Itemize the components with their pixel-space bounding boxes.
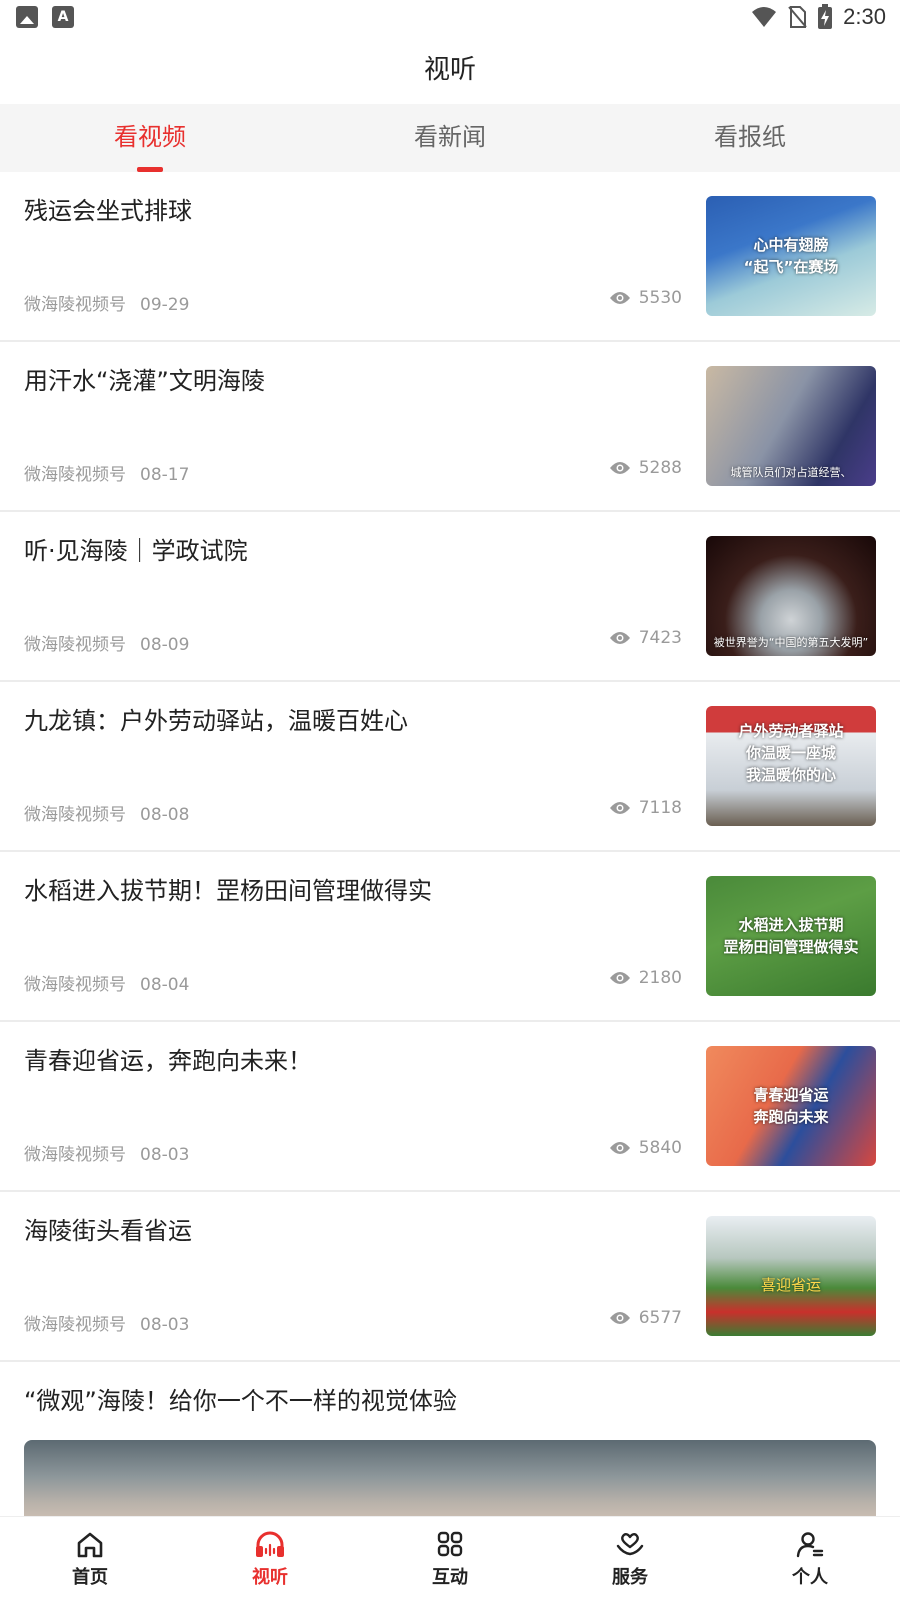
item-title: 用汗水“浇灌”文明海陵	[24, 367, 265, 395]
video-thumbnail[interactable]: 青春迎省运 奔跑向未来	[706, 1046, 876, 1166]
item-views: 5288	[638, 458, 682, 478]
item-source: 微海陵视频号	[24, 635, 126, 655]
thumbnail-caption: 城管队员们对占道经营、 机动车乱停放等现象进行整治	[730, 466, 852, 479]
item-source: 微海陵视频号	[24, 295, 126, 315]
page-title: 视听	[423, 55, 476, 85]
grid-icon	[437, 1531, 463, 1557]
eye-icon	[609, 802, 630, 814]
thumbnail-caption: 户外劳动者驿站 你温暖一座城 我温暖你的心	[738, 722, 844, 784]
font-icon: A	[52, 6, 74, 28]
heart-hand-icon	[616, 1533, 644, 1556]
video-thumbnail[interactable]: 水稻进入拔节期 罡杨田间管理做得实	[706, 876, 876, 996]
nav-audiovisual[interactable]: 视听	[180, 1517, 360, 1600]
eye-icon	[609, 1312, 630, 1324]
eye-icon	[609, 292, 630, 304]
status-bar: A 2:30	[0, 0, 900, 36]
image-icon	[16, 6, 38, 28]
nav-services[interactable]: 服务	[540, 1517, 720, 1600]
list-item[interactable]: 残运会坐式排球 微海陵视频号 09-29 5530 心中有翅膀 “起飞”在赛场	[0, 172, 900, 342]
nav-home[interactable]: 首页	[0, 1517, 180, 1600]
nav-label: 首页	[72, 1567, 108, 1588]
list-item[interactable]: 海陵街头看省运 微海陵视频号 08-03 6577 喜迎省运	[0, 1192, 900, 1362]
tab-bar: 看视频 看新闻 看报纸	[0, 104, 900, 172]
featured-title: “微观”海陵！给你一个不一样的视觉体验	[24, 1387, 457, 1415]
battery-charging-icon	[818, 4, 833, 29]
thumbnail-caption: 喜迎省运	[760, 1276, 821, 1294]
nav-label: 视听	[252, 1567, 288, 1588]
item-views: 5840	[638, 1138, 682, 1158]
video-thumbnail[interactable]: 户外劳动者驿站 你温暖一座城 我温暖你的心	[706, 706, 876, 826]
item-views: 7118	[638, 798, 682, 818]
item-source: 微海陵视频号	[24, 1145, 126, 1165]
item-date: 08-09	[140, 635, 190, 655]
item-source: 微海陵视频号	[24, 465, 126, 485]
list-item[interactable]: 用汗水“浇灌”文明海陵 微海陵视频号 08-17 5288 城管队员们对占道经营、…	[0, 342, 900, 512]
item-views: 7423	[638, 628, 682, 648]
nav-profile[interactable]: 个人	[720, 1517, 900, 1600]
title-bar: 视听	[0, 36, 900, 104]
video-thumbnail[interactable]: 被世界誉为“中国的第五大发明”	[706, 536, 876, 656]
item-views: 5530	[638, 288, 682, 308]
item-source: 微海陵视频号	[24, 1315, 126, 1335]
eye-icon	[609, 972, 630, 984]
tab-label: 看新闻	[414, 123, 486, 151]
nav-label: 互动	[432, 1567, 468, 1588]
nav-label: 个人	[792, 1567, 828, 1588]
tab-label: 看报纸	[714, 123, 786, 151]
list-item[interactable]: 青春迎省运，奔跑向未来！ 微海陵视频号 08-03 5840 青春迎省运 奔跑向未…	[0, 1022, 900, 1192]
thumbnail-caption: 心中有翅膀 “起飞”在赛场	[743, 236, 839, 276]
item-date: 08-17	[140, 465, 190, 485]
headphones-icon	[256, 1531, 284, 1557]
video-thumbnail[interactable]: 心中有翅膀 “起飞”在赛场	[706, 196, 876, 316]
eye-icon	[609, 1142, 630, 1154]
item-source: 微海陵视频号	[24, 805, 126, 825]
item-views: 6577	[638, 1308, 682, 1328]
item-date: 08-04	[140, 975, 190, 995]
eye-icon	[609, 462, 630, 474]
item-title: 听·见海陵｜学政试院	[24, 537, 248, 565]
featured-video[interactable]: “微观”海陵！给你一个不一样的视觉体验	[0, 1362, 900, 1530]
item-source: 微海陵视频号	[24, 975, 126, 995]
tab-videos[interactable]: 看视频	[0, 104, 300, 172]
nav-label: 服务	[612, 1567, 648, 1588]
video-thumbnail[interactable]: 城管队员们对占道经营、 机动车乱停放等现象进行整治	[706, 366, 876, 486]
user-icon	[796, 1532, 824, 1558]
bottom-nav: 首页 视听 互动 服务 个人	[0, 1516, 900, 1600]
item-views: 2180	[638, 968, 682, 988]
item-date: 09-29	[140, 295, 190, 315]
thumbnail-caption: 青春迎省运 奔跑向未来	[753, 1086, 829, 1126]
list-item[interactable]: 水稻进入拔节期！罡杨田间管理做得实 微海陵视频号 08-04 2180 水稻进入拔…	[0, 852, 900, 1022]
video-thumbnail[interactable]: 喜迎省运	[706, 1216, 876, 1336]
video-list: 残运会坐式排球 微海陵视频号 09-29 5530 心中有翅膀 “起飞”在赛场 用…	[0, 172, 900, 1530]
no-sim-icon	[788, 6, 807, 28]
item-title: 青春迎省运，奔跑向未来！	[24, 1047, 312, 1075]
wifi-icon	[752, 7, 777, 27]
item-title: 残运会坐式排球	[24, 197, 192, 225]
list-item[interactable]: 九龙镇：户外劳动驿站，温暖百姓心 微海陵视频号 08-08 7118 户外劳动者驿…	[0, 682, 900, 852]
eye-icon	[609, 632, 630, 644]
item-date: 08-03	[140, 1145, 190, 1165]
list-item[interactable]: 听·见海陵｜学政试院 微海陵视频号 08-09 7423 被世界誉为“中国的第五大…	[0, 512, 900, 682]
thumbnail-caption: 水稻进入拔节期 罡杨田间管理做得实	[723, 916, 859, 956]
item-date: 08-03	[140, 1315, 190, 1335]
item-date: 08-08	[140, 805, 190, 825]
clock: 2:30	[843, 4, 886, 29]
nav-interact[interactable]: 互动	[360, 1517, 540, 1600]
tab-newspaper[interactable]: 看报纸	[600, 104, 900, 172]
tab-news[interactable]: 看新闻	[300, 104, 600, 172]
item-title: 海陵街头看省运	[24, 1217, 192, 1245]
tab-label: 看视频	[114, 123, 186, 151]
item-title: 九龙镇：户外劳动驿站，温暖百姓心	[24, 707, 408, 735]
thumbnail-caption: 被世界誉为“中国的第五大发明”	[713, 636, 869, 649]
home-icon	[77, 1532, 103, 1558]
item-title: 水稻进入拔节期！罡杨田间管理做得实	[24, 877, 432, 905]
